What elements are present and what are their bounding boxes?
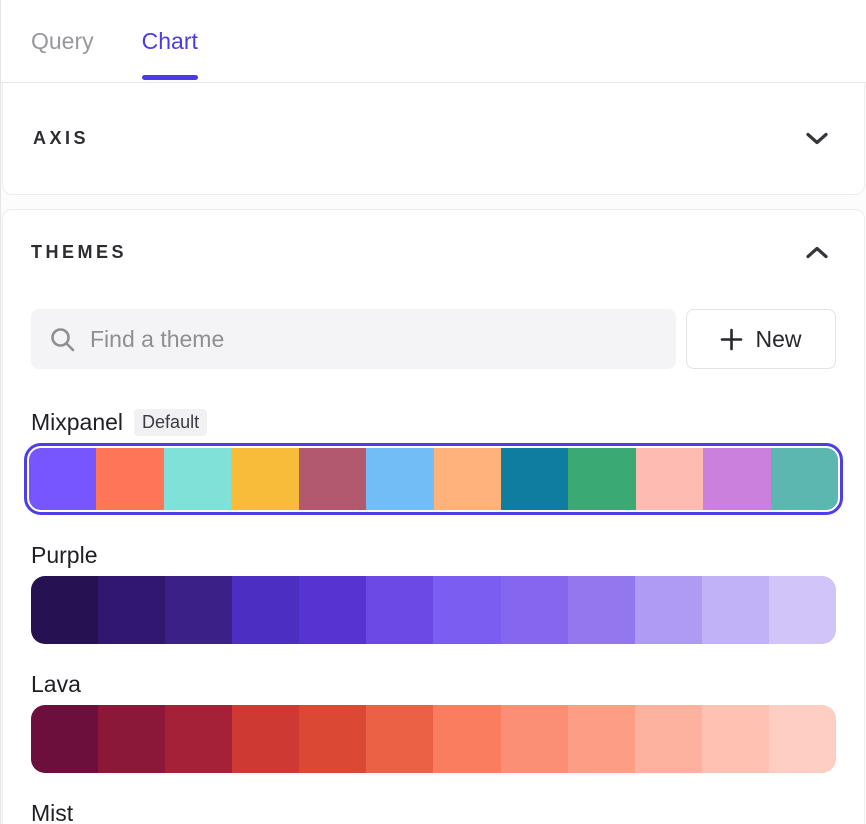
color-swatch bbox=[299, 705, 366, 773]
color-swatch bbox=[635, 705, 702, 773]
color-swatch bbox=[96, 448, 163, 510]
theme-list: Mixpanel Default Purple Lava Mist bbox=[31, 409, 836, 824]
theme-name: Lava bbox=[31, 671, 81, 698]
active-tab-underline bbox=[142, 75, 198, 80]
color-swatch bbox=[433, 576, 500, 644]
color-swatch bbox=[501, 576, 568, 644]
color-swatch bbox=[31, 576, 98, 644]
theme-search-input[interactable] bbox=[90, 326, 658, 353]
theme-label-row: Purple bbox=[31, 542, 836, 569]
tab-query[interactable]: Query bbox=[31, 0, 94, 83]
theme-swatch-strip[interactable] bbox=[31, 705, 836, 773]
color-swatch bbox=[366, 448, 433, 510]
color-swatch bbox=[165, 576, 232, 644]
plus-icon bbox=[720, 328, 743, 351]
color-swatch bbox=[702, 576, 769, 644]
theme-search-box[interactable] bbox=[31, 309, 676, 369]
theme-item-lava[interactable]: Lava bbox=[31, 671, 836, 773]
theme-name: Mist bbox=[31, 800, 73, 824]
tab-bar: Query Chart bbox=[1, 0, 866, 83]
color-swatch bbox=[636, 448, 703, 510]
color-swatch bbox=[299, 576, 366, 644]
tab-chart-label: Chart bbox=[142, 28, 198, 55]
color-swatch bbox=[31, 705, 98, 773]
color-swatch bbox=[769, 576, 836, 644]
color-swatch bbox=[366, 705, 433, 773]
theme-item-mixpanel[interactable]: Mixpanel Default bbox=[31, 409, 836, 515]
selected-theme-outline bbox=[24, 443, 843, 515]
color-swatch bbox=[232, 576, 299, 644]
color-swatch bbox=[434, 448, 501, 510]
new-theme-button-label: New bbox=[755, 326, 801, 353]
color-swatch bbox=[702, 705, 769, 773]
theme-search-row: New bbox=[31, 309, 836, 369]
tab-query-label: Query bbox=[31, 28, 94, 55]
theme-name: Mixpanel bbox=[31, 409, 123, 436]
color-swatch bbox=[703, 448, 770, 510]
theme-item-purple[interactable]: Purple bbox=[31, 542, 836, 644]
color-swatch bbox=[635, 576, 702, 644]
color-swatch bbox=[98, 705, 165, 773]
theme-label-row: Mixpanel Default bbox=[31, 409, 836, 436]
theme-item-mist[interactable]: Mist bbox=[31, 800, 836, 824]
color-swatch bbox=[98, 576, 165, 644]
color-swatch bbox=[231, 448, 298, 510]
themes-section: THEMES New Mi bbox=[2, 209, 865, 824]
color-swatch bbox=[165, 705, 232, 773]
theme-swatch-strip[interactable] bbox=[29, 448, 838, 510]
color-swatch bbox=[568, 448, 635, 510]
color-swatch bbox=[501, 448, 568, 510]
color-swatch bbox=[501, 705, 568, 773]
color-swatch bbox=[299, 448, 366, 510]
theme-label-row: Mist bbox=[31, 800, 836, 824]
axis-section: AXIS bbox=[2, 83, 865, 195]
theme-label-row: Lava bbox=[31, 671, 836, 698]
color-swatch bbox=[29, 448, 96, 510]
chevron-up-icon[interactable] bbox=[806, 246, 828, 259]
color-swatch bbox=[771, 448, 838, 510]
color-swatch bbox=[164, 448, 231, 510]
search-icon bbox=[49, 326, 76, 353]
new-theme-button[interactable]: New bbox=[686, 309, 836, 369]
tab-chart[interactable]: Chart bbox=[142, 0, 198, 83]
chevron-down-icon[interactable] bbox=[806, 132, 828, 145]
color-swatch bbox=[433, 705, 500, 773]
color-swatch bbox=[568, 576, 635, 644]
color-swatch bbox=[232, 705, 299, 773]
themes-section-title: THEMES bbox=[31, 242, 127, 263]
default-badge: Default bbox=[134, 409, 207, 436]
color-swatch bbox=[769, 705, 836, 773]
axis-section-title: AXIS bbox=[33, 128, 89, 149]
theme-swatch-strip[interactable] bbox=[31, 576, 836, 644]
color-swatch bbox=[568, 705, 635, 773]
theme-name: Purple bbox=[31, 542, 97, 569]
themes-section-header: THEMES bbox=[31, 242, 836, 263]
color-swatch bbox=[366, 576, 433, 644]
